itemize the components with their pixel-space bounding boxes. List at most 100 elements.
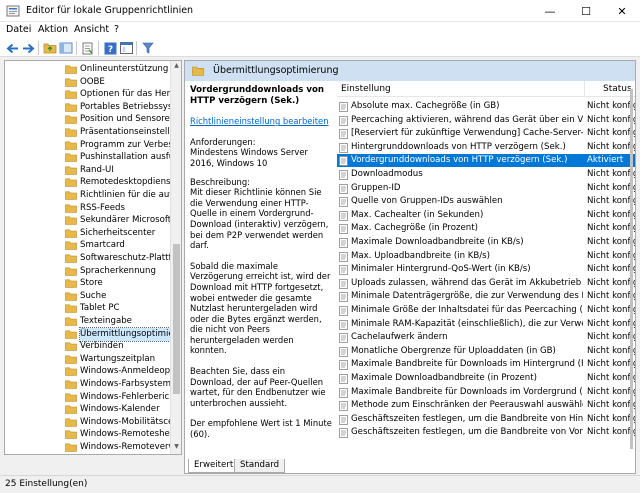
list-item[interactable]: Max. Cachegröße (in Prozent) Nicht konfig	[337, 222, 635, 235]
list-item[interactable]: Peercaching aktivieren, während das Gerä…	[337, 114, 635, 127]
tree-item[interactable]: Windows-Fehlerberichter	[5, 391, 181, 404]
list-item[interactable]: Gruppen-ID Nicht konfig	[337, 182, 635, 195]
list-scrollbar[interactable]	[627, 81, 635, 461]
tree-item[interactable]: Programm zur Verbesseru	[5, 139, 181, 152]
tree-item[interactable]: Pushinstallation ausführe	[5, 151, 181, 164]
list-item[interactable]: Maximale Downloadbandbreite (in Prozent)…	[337, 372, 635, 385]
menu-help[interactable]: ?	[114, 24, 119, 35]
tree-scrollbar[interactable]: ▲ ▼	[170, 61, 181, 454]
tree-item-label: RSS-Feeds	[80, 202, 125, 213]
settings-panel: Übermittlungsoptimierung Vordergrunddown…	[184, 60, 636, 474]
tree-item[interactable]: Wartungszeitplan	[5, 353, 171, 366]
window-title: Editor für lokale Gruppenrichtlinien	[26, 5, 194, 16]
tree-item[interactable]: Windows-Remoteshell	[5, 428, 175, 441]
close-button[interactable]: ✕	[604, 0, 640, 22]
tree-item[interactable]: Texteingabe	[5, 315, 171, 328]
folder-icon	[65, 279, 77, 288]
minimize-button[interactable]: —	[532, 0, 568, 22]
list-item[interactable]: Quelle von Gruppen-IDs auswählen Nicht ko…	[337, 195, 635, 208]
list-item[interactable]: Cachelaufwerk ändern Nicht konfig	[337, 331, 635, 344]
export-list-icon[interactable]	[80, 40, 96, 56]
tree-item[interactable]: Windows-Farbsystem	[5, 378, 171, 391]
tree-item[interactable]: Sicherheitscenter	[5, 227, 171, 240]
policy-setting-icon	[339, 360, 348, 371]
list-scrollbar-thumb[interactable]	[630, 89, 633, 449]
list-item[interactable]: Max. Uploadbandbreite (in KB/s) Nicht kon…	[337, 250, 635, 263]
back-arrow-icon[interactable]	[4, 40, 20, 56]
tree-item[interactable]: OOBE	[5, 76, 171, 89]
folder-up-icon[interactable]	[42, 40, 58, 56]
list-item[interactable]: Monatliche Obergrenze für Uploaddaten (i…	[337, 345, 635, 358]
menu-aktion[interactable]: Aktion	[38, 24, 68, 35]
list-item[interactable]: Methode zum Einschränken der Peerauswahl…	[337, 399, 635, 412]
list-item[interactable]: Maximale Downloadbandbreite (in KB/s) Nic…	[337, 236, 635, 249]
tree-item[interactable]: Position und Sensoren	[5, 113, 175, 126]
list-item[interactable]: Geschäftszeiten festlegen, um die Bandbr…	[337, 413, 635, 426]
menu-datei[interactable]: Datei	[6, 24, 31, 35]
tree-item[interactable]: Remotedesktopdienste	[5, 176, 179, 189]
maximize-button[interactable]: ☐	[568, 0, 604, 22]
list-item[interactable]: Vordergrunddownloads von HTTP verzögern …	[337, 154, 635, 168]
tree-item[interactable]: Windows-Kalender	[5, 403, 171, 416]
tree-item[interactable]: Store	[5, 277, 171, 290]
scroll-down-icon[interactable]: ▼	[171, 443, 181, 453]
folder-icon	[65, 367, 77, 377]
tree-item[interactable]: Übermittlungsoptimierur	[5, 326, 181, 342]
list-item[interactable]: Hintergrunddownloads von HTTP verzögern …	[337, 141, 635, 154]
menu-bar: Datei Aktion Ansicht ?	[0, 22, 640, 39]
list-item[interactable]: Minimaler Hintergrund-QoS-Wert (in KB/s)…	[337, 263, 635, 276]
scroll-up-icon[interactable]: ▲	[171, 62, 181, 72]
tree-item[interactable]: Sekundärer Microsoft-Au	[5, 214, 181, 227]
tree-item[interactable]: Portables Betriebssystem	[5, 101, 181, 114]
tree-item[interactable]: Richtlinien für die autom	[5, 189, 181, 202]
folder-icon	[65, 115, 77, 125]
tree-item-label: Übermittlungsoptimierur	[78, 326, 181, 342]
policy-setting-icon	[339, 414, 348, 425]
tree-item[interactable]: Windows-Remoteverwalt	[5, 441, 181, 454]
tree-item[interactable]: Softwareschutz-Plattform	[5, 252, 181, 265]
tree-item[interactable]: Tablet PC	[5, 302, 171, 315]
show-hide-tree-icon[interactable]	[58, 40, 74, 56]
folder-icon	[65, 355, 77, 364]
properties-icon[interactable]	[118, 40, 134, 56]
tab-erweitert[interactable]: Erweitert	[188, 459, 240, 473]
tree-item[interactable]: RSS-Feeds	[5, 202, 171, 215]
tree-item[interactable]: Spracherkennung	[5, 265, 171, 278]
policy-setting-icon	[339, 183, 348, 194]
list-item[interactable]: Minimale RAM-Kapazität (einschließlich),…	[337, 318, 635, 331]
list-item[interactable]: Maximale Bandbreite für Downloads im Hin…	[337, 358, 635, 371]
filter-icon[interactable]	[140, 40, 156, 56]
list-item[interactable]: Downloadmodus Nicht konfig	[337, 168, 635, 181]
tree-scrollbar-thumb[interactable]	[173, 244, 180, 394]
list-item[interactable]: Minimale Größe der Inhaltsdatei für das …	[337, 304, 635, 317]
list-item[interactable]: Geschäftszeiten festlegen, um die Bandbr…	[337, 426, 635, 439]
tab-standard[interactable]: Standard	[234, 459, 286, 473]
forward-arrow-icon[interactable]	[20, 40, 36, 56]
tree-item-label: Windows-Fehlerberichter	[80, 391, 182, 402]
setting-name: Absolute max. Cachegröße (in GB)	[351, 101, 500, 111]
folder-icon	[65, 317, 77, 326]
tree-item[interactable]: Windows-Mobilitätscente	[5, 416, 181, 429]
tree-item[interactable]: Onlineunterstützung	[5, 63, 171, 76]
tree-item[interactable]: Optionen für das Herunte	[5, 88, 181, 101]
tree-item[interactable]: Rand-UI	[5, 164, 171, 177]
policy-setting-icon	[339, 251, 348, 262]
tree-item[interactable]: Suche	[5, 290, 171, 303]
tree-item[interactable]: Smartcard	[5, 239, 171, 252]
policy-editor-app-icon	[6, 5, 20, 17]
list-item[interactable]: Max. Cachealter (in Sekunden) Nicht konfi…	[337, 209, 635, 222]
tree-item-label: Windows-Remoteshell	[80, 429, 175, 440]
tree-item[interactable]: Windows-Anmeldeoption	[5, 365, 181, 378]
edit-policy-link[interactable]: Richtlinieneinstellung bearbeiten	[190, 116, 329, 126]
tree-item[interactable]: Verbinden	[5, 340, 171, 353]
tree-item-label: Remotedesktopdienste	[80, 177, 180, 188]
tree-item[interactable]: Präsentationseinstellunge	[5, 126, 181, 139]
help-icon[interactable]: ?	[102, 40, 118, 56]
list-item[interactable]: Uploads zulassen, während das Gerät im A…	[337, 277, 635, 290]
list-item[interactable]: Minimale Datenträgergröße, die zur Verwe…	[337, 290, 635, 303]
menu-ansicht[interactable]: Ansicht	[74, 24, 109, 35]
column-setting[interactable]: Einstellung	[341, 84, 391, 94]
list-item[interactable]: Maximale Bandbreite für Downloads im Vor…	[337, 386, 635, 399]
list-item[interactable]: [Reserviert für zukünftige Verwendung] C…	[337, 127, 635, 140]
list-item[interactable]: Absolute max. Cachegröße (in GB) Nicht ko…	[337, 100, 635, 113]
